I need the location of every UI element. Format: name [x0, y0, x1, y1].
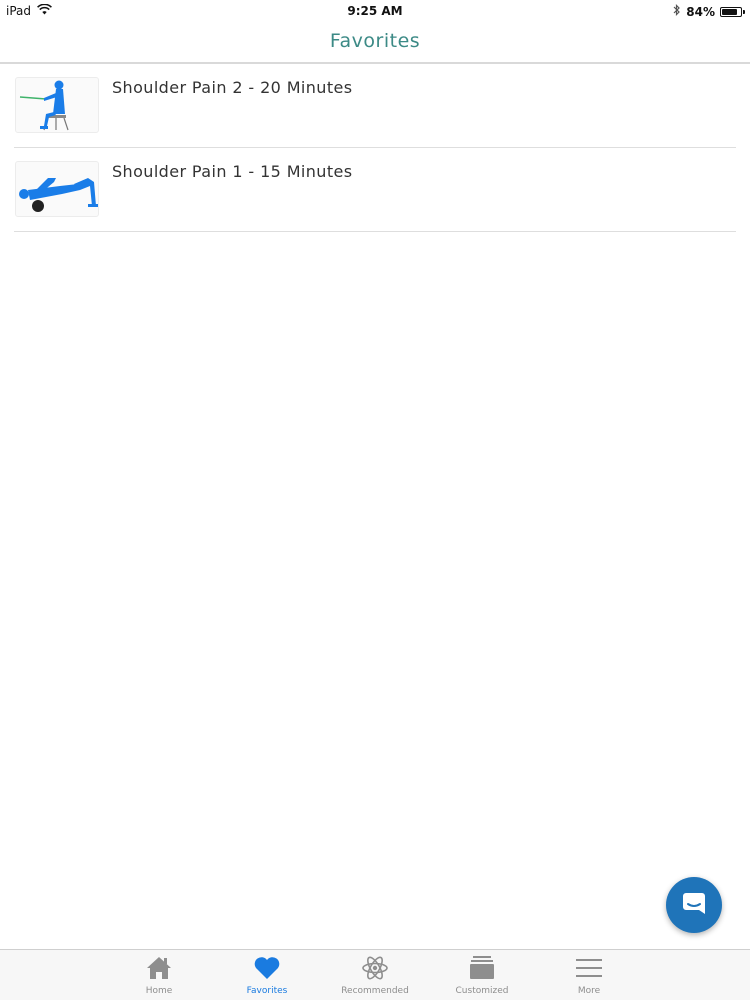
status-time: 9:25 AM	[347, 4, 403, 18]
tab-customized[interactable]: Customized	[432, 950, 532, 1000]
tab-label: Home	[145, 986, 173, 996]
chat-button[interactable]	[666, 877, 722, 933]
seated-row-exercise-thumbnail	[15, 77, 99, 133]
favorites-list: Shoulder Pain 2 - 20 Minutes Shoulder Pa…	[14, 64, 736, 232]
bluetooth-icon	[673, 4, 681, 19]
status-bar: iPad 9:25 AM 84%	[0, 0, 750, 22]
battery-percent: 84%	[686, 4, 715, 19]
tab-label: Customized	[455, 986, 509, 996]
heart-icon	[217, 954, 317, 982]
foam-roller-exercise-thumbnail	[15, 161, 99, 217]
status-right: 84%	[673, 4, 745, 19]
tab-label: More	[577, 986, 601, 996]
tab-home[interactable]: Home	[109, 950, 209, 1000]
home-icon	[109, 954, 209, 982]
battery-tip	[743, 9, 745, 14]
menu-icon	[539, 954, 639, 982]
tab-label: Recommended	[341, 986, 409, 996]
navigation-bar: Favorites	[0, 22, 750, 64]
favorites-screen: iPad 9:25 AM 84% Favorites Shoulder Pain…	[0, 0, 750, 1000]
tab-favorites[interactable]: Favorites	[217, 950, 317, 1000]
chat-bubble-icon	[680, 889, 708, 921]
list-item[interactable]: Shoulder Pain 1 - 15 Minutes	[14, 148, 736, 232]
tab-label: Favorites	[246, 986, 288, 996]
battery-icon	[720, 6, 745, 17]
list-item[interactable]: Shoulder Pain 2 - 20 Minutes	[14, 64, 736, 148]
tab-bar: Home Favorites Recommended Customized Mo…	[0, 949, 750, 1000]
tab-recommended[interactable]: Recommended	[325, 950, 425, 1000]
battery-fill	[722, 8, 737, 15]
tab-more[interactable]: More	[539, 950, 639, 1000]
atom-icon	[325, 954, 425, 982]
favorite-title: Shoulder Pain 2 - 20 Minutes	[112, 78, 353, 97]
favorite-title: Shoulder Pain 1 - 15 Minutes	[112, 162, 353, 181]
stack-icon	[432, 954, 532, 982]
page-title: Favorites	[329, 30, 421, 52]
